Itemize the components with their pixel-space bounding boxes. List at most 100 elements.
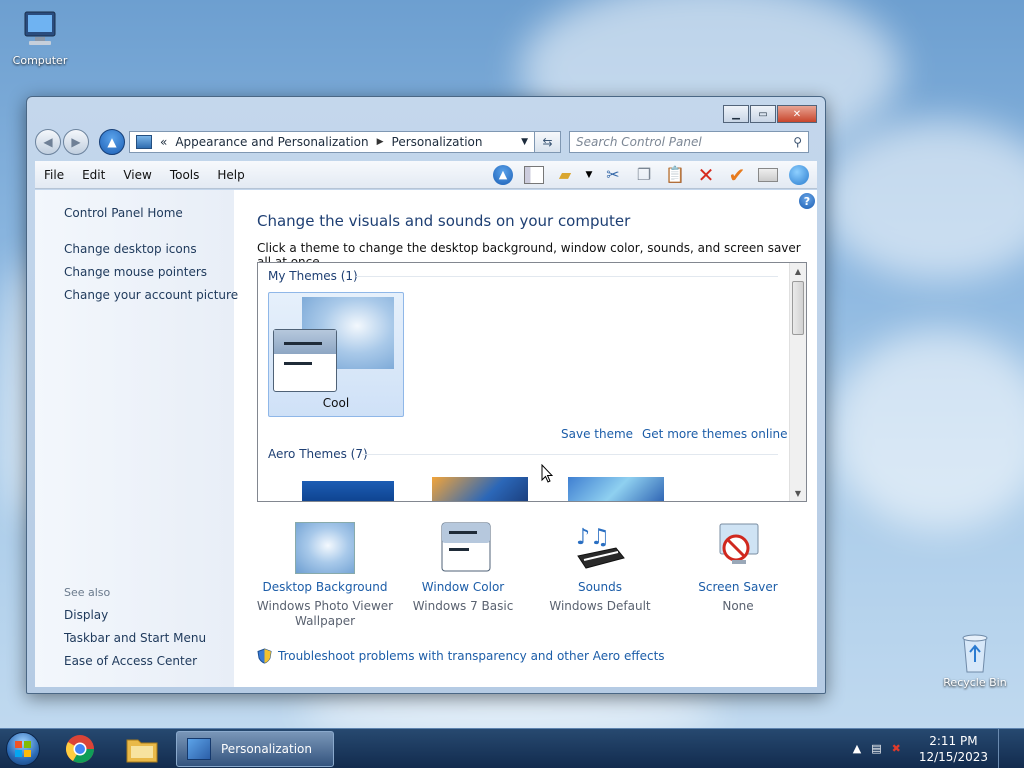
change-mouse-pointers-link[interactable]: Change mouse pointers (64, 265, 207, 279)
menu-help[interactable]: Help (208, 168, 253, 182)
volume-muted-icon[interactable]: ✖ (892, 742, 901, 755)
network-icon[interactable]: ▤ (871, 742, 881, 755)
recycle-bin-icon (952, 630, 998, 673)
desktop-background-setting[interactable]: Desktop Background Windows Photo Viewer … (250, 522, 400, 629)
sounds-setting[interactable]: ♪♫ Sounds Windows Default (525, 522, 675, 614)
navigation-bar: ◀ ▶ ▲ « Appearance and Personalization ▶… (35, 129, 817, 155)
menu-edit[interactable]: Edit (73, 168, 114, 182)
theme-cool[interactable]: Cool (268, 292, 404, 417)
up-button[interactable]: ▲ (99, 129, 125, 155)
main-pane: ? Change the visuals and sounds on your … (234, 190, 817, 687)
back-button[interactable]: ◀ (35, 129, 61, 155)
clock[interactable]: 2:11 PM 12/15/2023 (919, 733, 988, 765)
refresh-icon: ⇆ (542, 135, 553, 149)
sounds-icon: ♪♫ (570, 522, 630, 574)
delete-button[interactable]: ✕ (694, 163, 718, 187)
breadcrumb-appearance[interactable]: Appearance and Personalization (175, 135, 368, 149)
setting-label[interactable]: Sounds (525, 580, 675, 594)
aero-theme-thumbnail[interactable] (432, 477, 528, 501)
folder-icon: ▰ (558, 165, 572, 184)
themes-scrollbar[interactable]: ▲ ▼ (789, 263, 806, 501)
pane-toggle-button[interactable] (522, 164, 546, 186)
desktop-icon-computer[interactable]: Computer (2, 8, 78, 67)
checkmark-icon: ✔ (728, 162, 746, 187)
folder-icon (126, 739, 158, 762)
save-theme-link[interactable]: Save theme (561, 427, 633, 441)
menu-file[interactable]: File (35, 168, 73, 182)
troubleshoot-link[interactable]: Troubleshoot problems with transparency … (257, 648, 665, 664)
search-icon[interactable]: ⚲ (793, 135, 802, 149)
setting-label[interactable]: Desktop Background (250, 580, 400, 594)
search-placeholder: Search Control Panel (576, 135, 702, 149)
scrollbar-thumb[interactable] (792, 281, 804, 335)
views-button[interactable] (787, 164, 811, 186)
address-bar[interactable]: « Appearance and Personalization ▶ Perso… (129, 131, 535, 153)
copy-button[interactable]: ❐ (632, 164, 656, 186)
aero-theme-thumbnail[interactable] (302, 481, 394, 501)
minimize-button[interactable]: ▁ (723, 105, 749, 123)
clipboard-icon: 📋 (665, 165, 685, 184)
show-desktop-button[interactable] (998, 728, 1012, 768)
undo-button[interactable] (756, 164, 780, 186)
personalization-icon (187, 737, 211, 760)
scissors-icon: ✂ (606, 165, 620, 184)
maximize-button[interactable]: ▭ (750, 105, 776, 123)
properties-button[interactable]: ✔ (725, 162, 749, 187)
personalization-taskbar-button[interactable]: Personalization (176, 730, 334, 767)
change-desktop-icons-link[interactable]: Change desktop icons (64, 242, 197, 256)
desktop-icon-recycle-bin[interactable]: Recycle Bin (937, 630, 1013, 689)
panel-icon (524, 165, 544, 184)
caption-buttons: ▁ ▭ ✕ (723, 105, 817, 123)
paste-button[interactable]: 📋 (663, 164, 687, 186)
forward-button[interactable]: ▶ (63, 129, 89, 155)
explorer-taskbar-button[interactable] (114, 730, 170, 768)
themes-list[interactable]: My Themes (1) Cool Save theme Get more t… (257, 262, 807, 502)
theme-name: Cool (322, 396, 350, 410)
refresh-button[interactable]: ⇆ (535, 131, 561, 153)
folder-options-button[interactable]: ▰ (553, 164, 577, 186)
close-button[interactable]: ✕ (777, 105, 817, 123)
toolbar: ▲ ▰ ▼ ✂ ❐ 📋 ✕ ✔ (491, 162, 817, 187)
content-area: Control Panel Home Change desktop icons … (35, 190, 817, 687)
screen-saver-setting[interactable]: Screen Saver None (663, 522, 813, 614)
ease-of-access-link[interactable]: Ease of Access Center (64, 654, 197, 668)
chevron-down-icon: ▼ (585, 169, 593, 180)
cloud (830, 330, 1024, 530)
display-link[interactable]: Display (64, 608, 108, 622)
breadcrumb-separator-icon[interactable]: ▶ (377, 137, 384, 147)
task-label: Personalization (221, 741, 312, 756)
taskbar-start-menu-link[interactable]: Taskbar and Start Menu (64, 631, 206, 645)
scroll-down-icon[interactable]: ▼ (790, 485, 806, 501)
address-dropdown-icon[interactable]: ▼ (521, 137, 528, 147)
folder-dropdown-button[interactable]: ▼ (584, 164, 594, 186)
aero-theme-thumbnail[interactable] (568, 477, 664, 501)
cut-button[interactable]: ✂ (601, 164, 625, 186)
aero-themes-heading[interactable]: Aero Themes (7) (268, 447, 368, 461)
tray-overflow-icon[interactable]: ▲ (853, 742, 861, 755)
start-button[interactable] (0, 729, 46, 768)
control-panel-home-link[interactable]: Control Panel Home (64, 206, 183, 220)
menu-view[interactable]: View (114, 168, 160, 182)
setting-label[interactable]: Screen Saver (663, 580, 813, 594)
setting-value: Windows 7 Basic (412, 599, 514, 613)
up-folder-button[interactable]: ▲ (491, 164, 515, 186)
my-themes-heading[interactable]: My Themes (1) (268, 269, 358, 283)
search-input[interactable]: Search Control Panel ⚲ (569, 131, 809, 153)
breadcrumb-personalization[interactable]: Personalization (392, 135, 483, 149)
get-more-themes-link[interactable]: Get more themes online (642, 427, 788, 441)
shield-icon (257, 648, 272, 664)
help-icon[interactable]: ? (799, 193, 815, 209)
forward-arrow-icon: ▶ (71, 135, 81, 149)
change-account-picture-link[interactable]: Change your account picture (64, 288, 238, 302)
window-color-setting[interactable]: Window Color Windows 7 Basic (388, 522, 538, 614)
scroll-up-icon[interactable]: ▲ (790, 263, 806, 279)
see-also-heading: See also (64, 586, 111, 599)
menu-tools[interactable]: Tools (161, 168, 209, 182)
address-overflow[interactable]: « (160, 135, 167, 149)
chrome-taskbar-button[interactable] (52, 730, 108, 768)
troubleshoot-label[interactable]: Troubleshoot problems with transparency … (278, 649, 665, 663)
setting-label[interactable]: Window Color (388, 580, 538, 594)
mouse-cursor-icon (541, 464, 553, 483)
globe-icon (789, 164, 809, 185)
taskbar: Personalization ▲ ▤ ✖ 2:11 PM 12/15/2023 (0, 728, 1024, 768)
